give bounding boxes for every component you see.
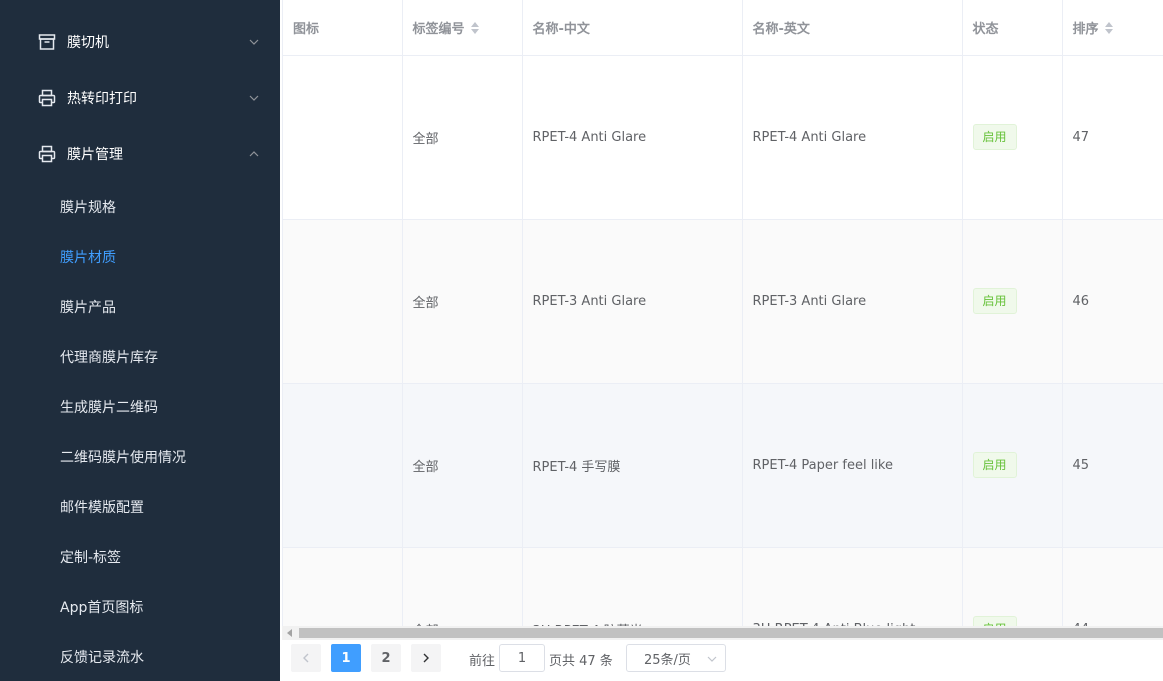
chevron-down-icon xyxy=(249,39,259,45)
goto-page-input[interactable] xyxy=(499,644,545,672)
table-row[interactable]: 全部 RPET-3 Anti Glare RPET-3 Anti Glare 启… xyxy=(283,219,1163,384)
sidebar-item-label: 反馈记录流水 xyxy=(60,650,144,666)
chevron-right-icon xyxy=(423,653,429,663)
column-header-icon: 图标 xyxy=(283,0,403,56)
cell-name-en: 3H RPET-4 Anti Blue light xyxy=(742,547,963,626)
cell-name-cn: 3H RPET-4 防蓝光 xyxy=(522,547,743,626)
horizontal-scrollbar[interactable] xyxy=(282,626,1163,640)
cell-sort: 44 xyxy=(1062,547,1163,626)
sidebar-item-label: 邮件模版配置 xyxy=(60,500,144,516)
status-badge: 启用 xyxy=(972,452,1017,478)
column-header-label: 名称-英文 xyxy=(752,21,810,37)
chevron-left-icon xyxy=(303,653,309,663)
sidebar-item-app-home-icon[interactable]: App首页图标 xyxy=(0,582,280,632)
cell-name-en: RPET-3 Anti Glare xyxy=(742,219,963,384)
chevron-down-icon xyxy=(249,95,259,101)
cell-icon xyxy=(283,383,403,548)
table-row[interactable]: 全部 RPET-4 手写膜 RPET-4 Paper feel like 启用 … xyxy=(283,383,1163,548)
sidebar: 膜切机 热转印打印 膜片管理 膜片规格 膜片材质 膜片产品 代理商膜片库存 生成… xyxy=(0,0,280,681)
status-badge: 启用 xyxy=(972,616,1017,626)
sort-caret-icon[interactable] xyxy=(470,21,479,34)
sidebar-item-label: 定制-标签 xyxy=(60,550,122,566)
status-badge: 启用 xyxy=(972,288,1017,314)
data-table: 图标 标签编号 名称-中文 名称-英文 状态 排序 全部 RPET-4 Anti… xyxy=(282,0,1163,626)
sidebar-item-generate-qrcode[interactable]: 生成膜片二维码 xyxy=(0,382,280,432)
chevron-down-icon xyxy=(707,656,717,662)
cell-sort: 45 xyxy=(1062,383,1163,548)
printer-icon xyxy=(38,145,56,163)
page-button-2[interactable]: 2 xyxy=(371,644,401,672)
cell-sort: 47 xyxy=(1062,55,1163,220)
menu-group-label: 膜片管理 xyxy=(67,147,123,163)
cell-name-en: RPET-4 Anti Glare xyxy=(742,55,963,220)
cell-status: 启用 xyxy=(962,547,1063,626)
pagination: 1 2 前往 页共 47 条 25条/页 xyxy=(282,640,1163,681)
table-header-row: 图标 标签编号 名称-中文 名称-英文 状态 排序 xyxy=(283,0,1163,56)
column-header-label: 名称-中文 xyxy=(532,21,590,37)
column-header-tag-no[interactable]: 标签编号 xyxy=(402,0,523,56)
status-badge: 启用 xyxy=(972,124,1017,150)
sidebar-item-label: 二维码膜片使用情况 xyxy=(60,450,186,466)
sidebar-item-label: 膜片材质 xyxy=(60,250,116,266)
prev-page-button[interactable] xyxy=(291,644,321,672)
cell-name-cn: RPET-4 手写膜 xyxy=(522,383,743,548)
archive-icon xyxy=(38,34,56,50)
column-header-label: 标签编号 xyxy=(412,21,465,37)
sidebar-item-agent-stock[interactable]: 代理商膜片库存 xyxy=(0,332,280,382)
cell-sort: 46 xyxy=(1062,219,1163,384)
cell-status: 启用 xyxy=(962,55,1063,220)
cell-tag-no: 全部 xyxy=(402,547,523,626)
cell-name-cn: RPET-3 Anti Glare xyxy=(522,219,743,384)
total-count-label: 页共 47 条 xyxy=(549,654,613,669)
menu-group-label: 热转印打印 xyxy=(67,91,137,107)
column-header-name-cn: 名称-中文 xyxy=(522,0,743,56)
sidebar-item-label: App首页图标 xyxy=(60,600,144,616)
column-header-name-en: 名称-英文 xyxy=(742,0,963,56)
cell-status: 启用 xyxy=(962,383,1063,548)
sidebar-item-email-template[interactable]: 邮件模版配置 xyxy=(0,482,280,532)
sidebar-item-label: 膜片规格 xyxy=(60,200,116,216)
page-button-1[interactable]: 1 xyxy=(331,644,361,672)
column-header-sort[interactable]: 排序 xyxy=(1062,0,1163,56)
sort-caret-icon[interactable] xyxy=(1104,21,1113,34)
page-size-value: 25条/页 xyxy=(644,652,691,668)
cell-tag-no: 全部 xyxy=(402,55,523,220)
menu-group-cutter[interactable]: 膜切机 xyxy=(0,14,280,70)
cell-icon xyxy=(283,219,403,384)
sidebar-item-film-material[interactable]: 膜片材质 xyxy=(0,232,280,282)
main-content: 图标 标签编号 名称-中文 名称-英文 状态 排序 全部 RPET-4 Anti… xyxy=(280,0,1163,681)
scroll-left-arrow-icon[interactable] xyxy=(286,629,294,637)
menu-group-thermal-print[interactable]: 热转印打印 xyxy=(0,70,280,126)
scrollbar-thumb[interactable] xyxy=(299,628,1163,638)
sidebar-item-label: 膜片产品 xyxy=(60,300,116,316)
cell-name-en: RPET-4 Paper feel like xyxy=(742,383,963,548)
table-row[interactable]: 全部 RPET-4 Anti Glare RPET-4 Anti Glare 启… xyxy=(283,55,1163,220)
cell-icon xyxy=(283,55,403,220)
chevron-up-icon xyxy=(249,151,259,157)
column-header-status: 状态 xyxy=(962,0,1063,56)
sidebar-item-qrcode-usage[interactable]: 二维码膜片使用情况 xyxy=(0,432,280,482)
menu-group-label: 膜切机 xyxy=(67,35,109,51)
column-header-label: 排序 xyxy=(1072,21,1099,37)
column-header-label: 状态 xyxy=(972,21,999,37)
cell-tag-no: 全部 xyxy=(402,383,523,548)
next-page-button[interactable] xyxy=(411,644,441,672)
goto-label: 前往 xyxy=(469,654,496,669)
menu-group-film-management[interactable]: 膜片管理 xyxy=(0,126,280,182)
cell-status: 启用 xyxy=(962,219,1063,384)
sidebar-item-label: 生成膜片二维码 xyxy=(60,400,158,416)
column-header-label: 图标 xyxy=(293,21,320,37)
sidebar-item-label: 代理商膜片库存 xyxy=(60,350,158,366)
cell-icon xyxy=(283,547,403,626)
sidebar-item-custom-tag[interactable]: 定制-标签 xyxy=(0,532,280,582)
sidebar-item-film-product[interactable]: 膜片产品 xyxy=(0,282,280,332)
page-size-select[interactable]: 25条/页 xyxy=(626,644,726,672)
cell-tag-no: 全部 xyxy=(402,219,523,384)
sidebar-item-feedback-log[interactable]: 反馈记录流水 xyxy=(0,632,280,681)
sidebar-item-film-spec[interactable]: 膜片规格 xyxy=(0,182,280,232)
app-root: 膜切机 热转印打印 膜片管理 膜片规格 膜片材质 膜片产品 代理商膜片库存 生成… xyxy=(0,0,1163,681)
table-row[interactable]: 全部 3H RPET-4 防蓝光 3H RPET-4 Anti Blue lig… xyxy=(283,547,1163,626)
printer-icon xyxy=(38,89,56,107)
cell-name-cn: RPET-4 Anti Glare xyxy=(522,55,743,220)
